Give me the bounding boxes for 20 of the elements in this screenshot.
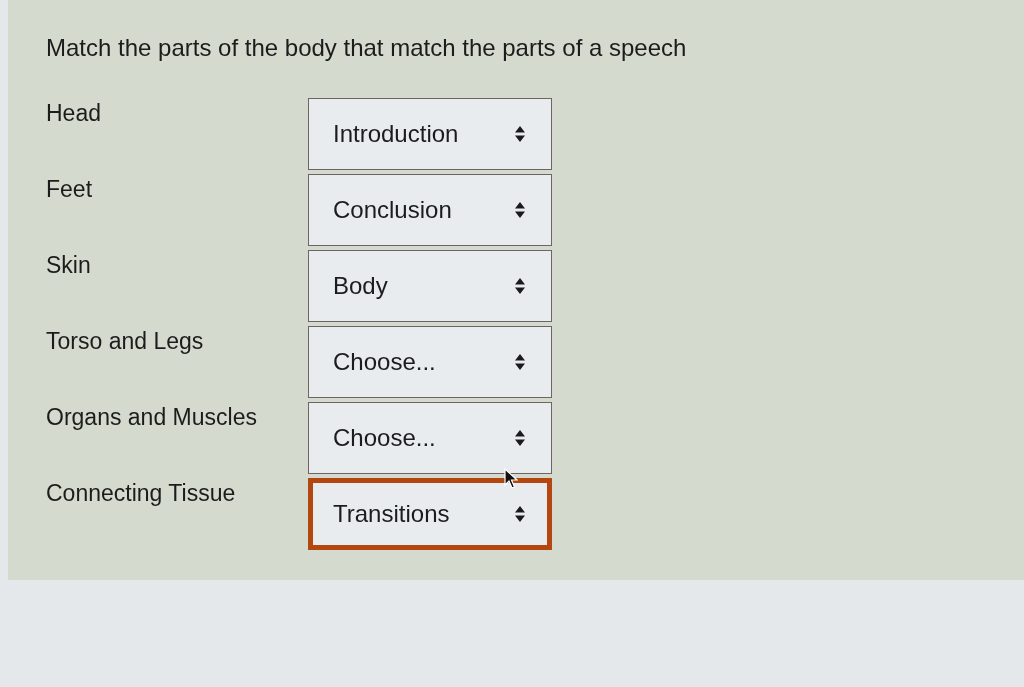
up-down-arrows-icon: [515, 430, 525, 446]
up-down-arrows-icon: [515, 506, 525, 522]
answer-dropdown[interactable]: Body: [308, 250, 552, 322]
up-down-arrows-icon: [515, 126, 525, 142]
answer-dropdown[interactable]: Choose...: [308, 326, 552, 398]
mouse-pointer-icon: [504, 468, 518, 490]
match-label: Torso and Legs: [46, 327, 205, 356]
match-label: Organs and Muscles: [46, 403, 258, 432]
match-label: Head: [46, 99, 102, 128]
match-label: Connecting Tissue: [46, 479, 237, 508]
question-prompt: Match the parts of the body that match the parts of a speech: [46, 34, 688, 62]
up-down-arrows-icon: [515, 202, 525, 218]
answer-dropdown[interactable]: Transitions: [308, 478, 552, 550]
answer-dropdown[interactable]: Choose...: [308, 402, 552, 474]
answer-dropdown[interactable]: Conclusion: [308, 174, 552, 246]
match-label: Feet: [46, 175, 94, 204]
up-down-arrows-icon: [515, 278, 525, 294]
up-down-arrows-icon: [515, 354, 525, 370]
answer-dropdown[interactable]: Introduction: [308, 98, 552, 170]
match-label: Skin: [46, 251, 92, 280]
